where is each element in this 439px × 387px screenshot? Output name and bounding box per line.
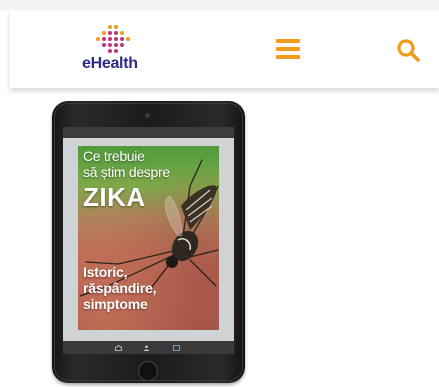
tablet-screen: Ce trebuie să știm despre ZIKA Istoric, … [63,127,234,354]
ehealth-dots-icon [96,25,130,53]
cover-line-2: să știm despre [83,164,170,180]
cover-line-5: răspândire, [83,280,157,296]
screen-tabbar [63,341,234,354]
search-button[interactable] [396,38,422,64]
tabbar-home-icon [115,345,122,351]
menu-button[interactable] [274,35,304,63]
site-header: eHealth [10,10,439,88]
tabbar-search-icon [173,345,180,351]
cover-line-4: Istoric, [83,264,128,280]
cover-line-1: Ce trebuie [83,148,145,164]
search-icon [397,39,420,62]
tablet-camera [145,113,150,118]
cover-title: ZIKA [83,182,146,212]
cover-line-6: simptome [83,296,148,312]
tablet-home-button [138,361,158,381]
tablet-frame: Ce trebuie să știm despre ZIKA Istoric, … [52,101,245,383]
article-thumbnail[interactable]: Ce trebuie să știm despre ZIKA Istoric, … [52,101,245,387]
screen-toolbar [63,127,234,138]
logo-wordmark: eHealth [82,55,138,72]
tabbar-person-icon [144,345,149,351]
hamburger-icon-bar [276,47,300,51]
magazine-cover: Ce trebuie să știm despre ZIKA Istoric, … [78,146,219,330]
ehealth-logo[interactable]: eHealth [82,24,152,80]
hamburger-icon-bar [276,55,300,59]
top-strip [0,0,439,10]
hamburger-icon [276,39,300,43]
